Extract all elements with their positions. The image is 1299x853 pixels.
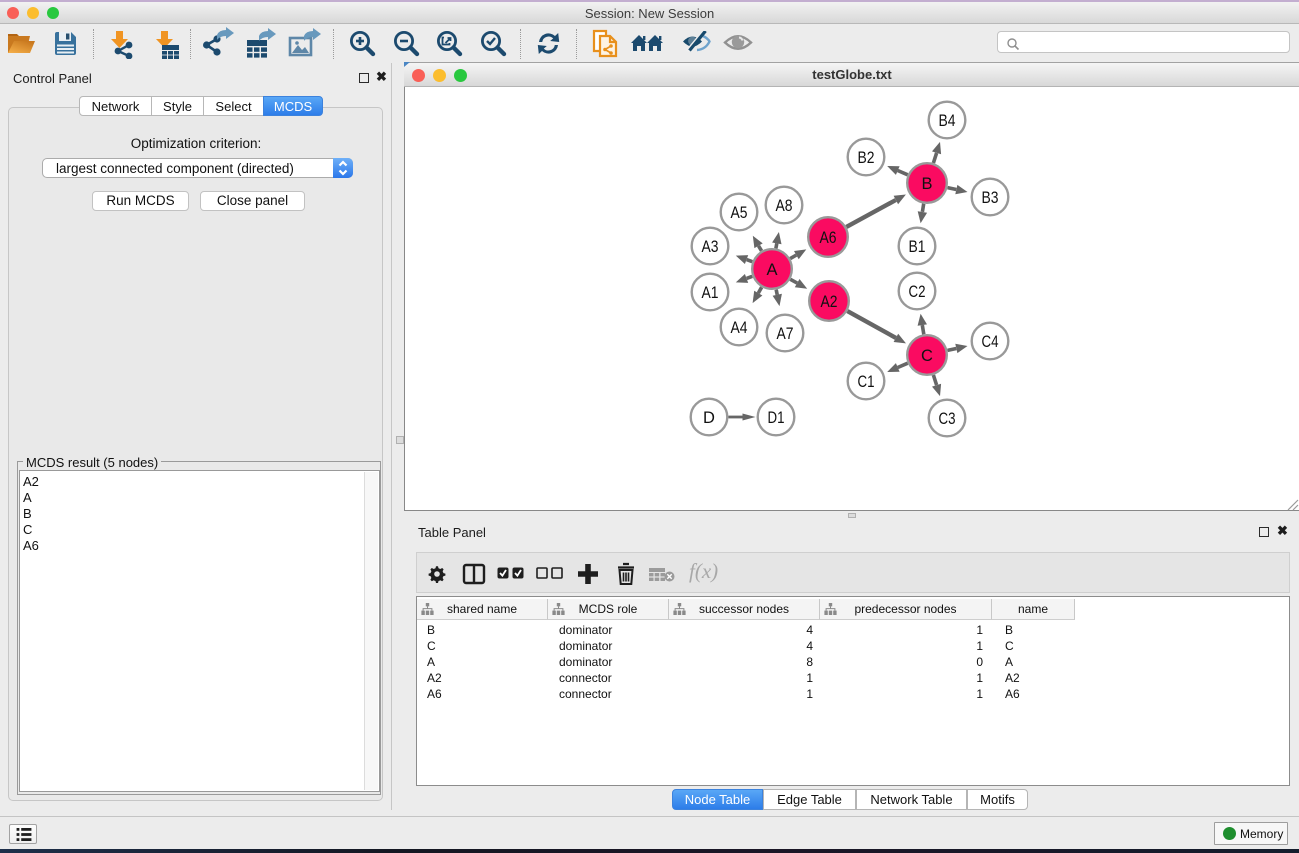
svg-text:C: C <box>921 347 933 365</box>
svg-text:A3: A3 <box>702 238 719 256</box>
svg-text:A8: A8 <box>776 197 793 215</box>
svg-text:B2: B2 <box>858 149 875 167</box>
svg-text:C1: C1 <box>858 373 875 391</box>
svg-text:A1: A1 <box>702 284 719 302</box>
svg-text:D1: D1 <box>768 409 785 427</box>
svg-text:A4: A4 <box>731 319 748 337</box>
svg-text:A2: A2 <box>821 293 838 311</box>
svg-text:C3: C3 <box>939 410 956 428</box>
svg-text:B4: B4 <box>939 112 956 130</box>
svg-text:B3: B3 <box>982 189 999 207</box>
svg-text:A7: A7 <box>777 325 794 343</box>
svg-text:C4: C4 <box>982 333 999 351</box>
svg-text:C2: C2 <box>909 283 926 301</box>
svg-text:D: D <box>703 409 715 427</box>
svg-text:B: B <box>921 175 932 193</box>
svg-text:B1: B1 <box>909 238 926 256</box>
svg-text:A5: A5 <box>731 204 748 222</box>
svg-text:A: A <box>766 261 777 279</box>
svg-text:A6: A6 <box>820 229 837 247</box>
